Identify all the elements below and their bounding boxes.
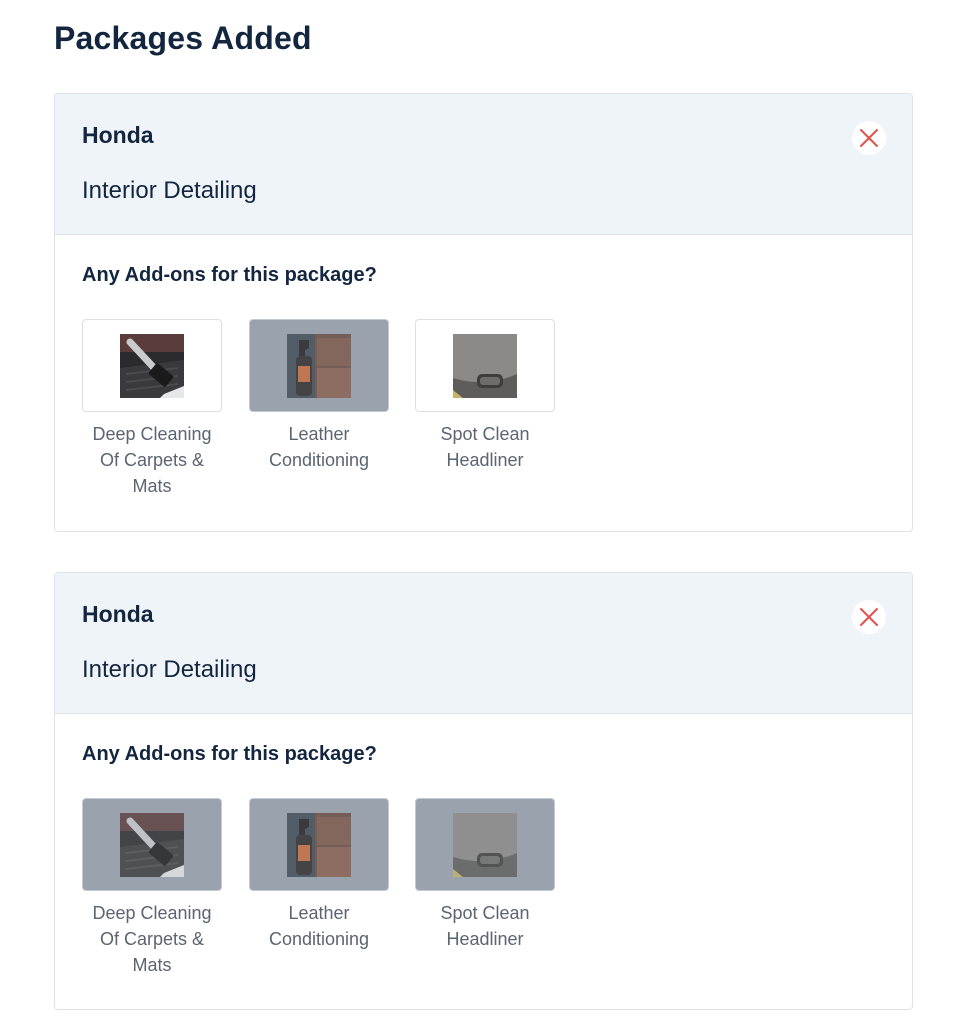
addon-option: Spot Clean Headliner	[415, 798, 555, 952]
addon-tile-deep-cleaning[interactable]	[82, 319, 222, 412]
vehicle-name: Honda	[82, 601, 154, 627]
carpet-vacuum-photo	[120, 333, 184, 398]
package-card-header: Honda Interior Detailing	[55, 573, 912, 714]
addon-label: Spot Clean Headliner	[440, 903, 530, 949]
leather-spray-photo	[287, 333, 351, 398]
addon-label: Deep Cleaning Of Carpets & Mats	[92, 903, 212, 975]
vehicle-name: Honda	[82, 122, 154, 148]
headliner-photo	[453, 812, 517, 877]
addon-tile-deep-cleaning[interactable]	[82, 798, 222, 891]
addon-option: Deep Cleaning Of Carpets & Mats	[82, 319, 222, 499]
close-icon	[860, 129, 878, 147]
addon-tile-leather-conditioning[interactable]	[249, 319, 389, 412]
addon-tile-spot-clean-headliner[interactable]	[415, 798, 555, 891]
package-name: Interior Detailing	[82, 656, 257, 683]
headliner-photo	[453, 333, 517, 398]
addon-label: Leather Conditioning	[268, 424, 370, 470]
package-name: Interior Detailing	[82, 177, 257, 204]
addon-label: Spot Clean Headliner	[440, 424, 530, 470]
addon-option: Leather Conditioning	[249, 319, 389, 473]
addons-heading: Any Add-ons for this package?	[82, 743, 377, 765]
leather-spray-photo	[287, 812, 351, 877]
package-card: Honda Interior Detailing Any Add-ons for…	[54, 572, 913, 1010]
addon-option: Leather Conditioning	[249, 798, 389, 952]
addon-label: Leather Conditioning	[268, 903, 370, 949]
package-card: Honda Interior Detailing Any Add-ons for…	[54, 93, 913, 532]
close-icon	[860, 608, 878, 626]
package-card-header: Honda Interior Detailing	[55, 94, 912, 235]
addon-tile-spot-clean-headliner[interactable]	[415, 319, 555, 412]
remove-package-button[interactable]	[852, 600, 886, 634]
remove-package-button[interactable]	[852, 121, 886, 155]
carpet-vacuum-photo	[120, 812, 184, 877]
page-title: Packages Added	[54, 20, 312, 56]
addon-tile-leather-conditioning[interactable]	[249, 798, 389, 891]
addon-option: Deep Cleaning Of Carpets & Mats	[82, 798, 222, 978]
addon-option: Spot Clean Headliner	[415, 319, 555, 473]
addons-heading: Any Add-ons for this package?	[82, 264, 377, 286]
addon-label: Deep Cleaning Of Carpets & Mats	[92, 424, 212, 496]
